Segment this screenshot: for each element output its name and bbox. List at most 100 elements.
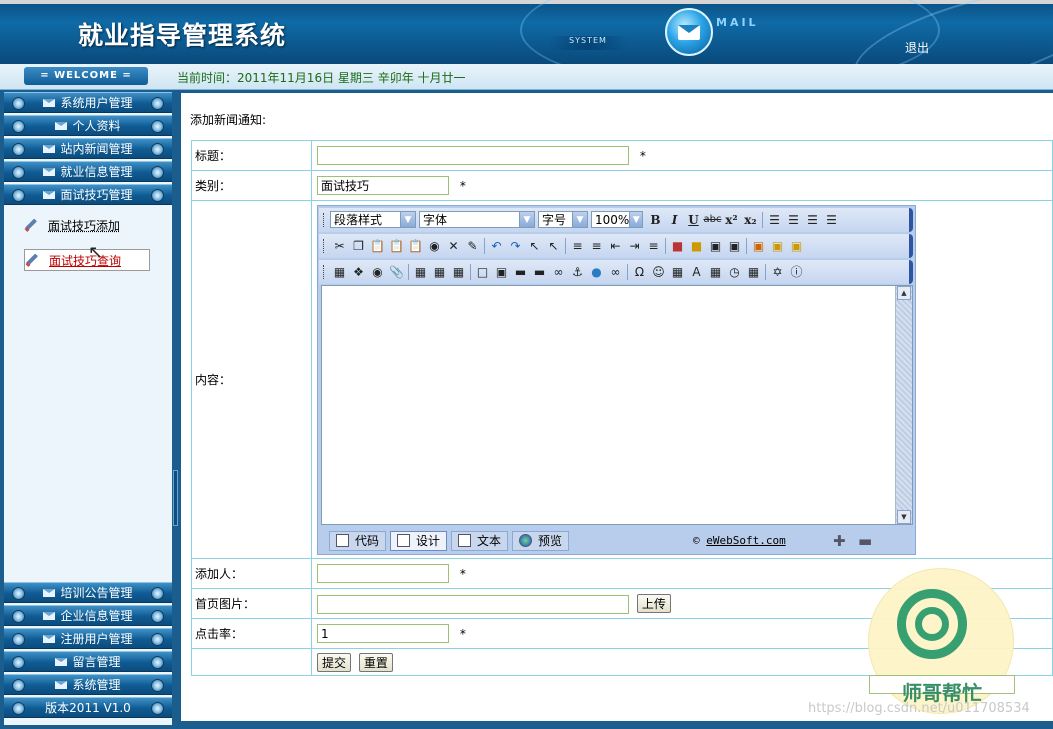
sidebar-splitter[interactable] [173,470,178,526]
about-icon[interactable]: ⓘ [787,263,806,281]
align-justify-icon[interactable]: ☰ [822,211,841,229]
paste-text-icon[interactable]: 📋 [387,237,406,255]
paste-icon[interactable]: 📋 [368,237,387,255]
text-color-icon[interactable]: ■ [668,237,687,255]
superscript-icon[interactable]: x² [722,211,741,229]
excel-icon[interactable]: ▦ [668,263,687,281]
indent-icon[interactable]: ⇥ [625,237,644,255]
sidebar-item-profile[interactable]: 个人资料 [4,115,172,136]
editor-scrollbar[interactable]: ▲ ▼ [895,285,912,524]
media-icon[interactable]: ◉ [368,263,387,281]
sidebar-item-training[interactable]: 培训公告管理 [4,582,172,603]
layer-icon[interactable]: ▣ [725,237,744,255]
unselect-icon[interactable]: ↖ [544,237,563,255]
mail-icon[interactable] [665,8,713,56]
align-right-icon[interactable]: ☰ [803,211,822,229]
mode-tab-text[interactable]: 文本 [451,530,509,551]
underline-icon[interactable]: U [684,211,703,229]
title-input[interactable] [317,146,629,165]
sidebar-item-news[interactable]: 站内新闻管理 [4,138,172,159]
reset-button[interactable]: 重置 [358,652,393,672]
category-input[interactable] [317,176,449,195]
copy-icon[interactable]: ❐ [349,237,368,255]
submit-button[interactable]: 提交 [317,652,352,672]
paragraph-style-select[interactable]: 段落样式 ▼ [330,211,416,228]
italic-icon[interactable]: I [665,211,684,229]
sidebar-item-system[interactable]: 系统管理 [4,674,172,695]
insert-table-icon[interactable]: ▦ [411,263,430,281]
cut-icon[interactable]: ✂ [330,237,349,255]
toolbar-separator [746,237,747,254]
special-char-icon[interactable]: Ω [630,263,649,281]
clicks-input[interactable] [317,624,449,643]
horizontal-rule-icon[interactable]: ▬ [511,263,530,281]
forward-layer-icon[interactable]: ▣ [749,237,768,255]
sidebar-item-registered-users[interactable]: 注册用户管理 [4,628,172,649]
marquee-icon[interactable]: ▬ [530,263,549,281]
zoom-select[interactable]: 100% ▼ [591,211,643,228]
art-text-icon[interactable]: A [687,263,706,281]
fieldset-icon[interactable]: □ [473,263,492,281]
sidebar-item-company[interactable]: 企业信息管理 [4,605,172,626]
sidebar-item-system-users[interactable]: 系统用户管理 [4,92,172,113]
subscript-icon[interactable]: x₂ [741,211,760,229]
clear-format-icon[interactable]: ✎ [463,237,482,255]
redo-icon[interactable]: ↷ [506,237,525,255]
select-all-icon[interactable]: ↖ [525,237,544,255]
sidebar-item-interview-tips[interactable]: 面试技巧管理 [4,184,172,205]
time-icon[interactable]: ◷ [725,263,744,281]
sidebar-item-employment[interactable]: 就业信息管理 [4,161,172,182]
outdent-icon[interactable]: ⇤ [606,237,625,255]
unlink-icon[interactable]: ∞ [606,263,625,281]
delete-icon[interactable]: ✕ [444,237,463,255]
snail-logo-inner [915,607,949,641]
bring-front-icon[interactable]: ▣ [787,237,806,255]
emoticon-icon[interactable]: ☺ [649,263,668,281]
unordered-list-icon[interactable]: ≡ [587,237,606,255]
font-select[interactable]: 字体 ▼ [419,211,535,228]
paste-word-icon[interactable]: 📋 [406,237,425,255]
editor-content-area[interactable]: ▲ ▼ [321,284,913,525]
date-icon[interactable]: ▦ [706,263,725,281]
bold-icon[interactable]: B [646,211,665,229]
field-label: 内容： [191,200,312,559]
upload-button[interactable]: 上传 [636,593,671,613]
align-left-icon[interactable]: ☰ [765,211,784,229]
sidebar-item-messages[interactable]: 留言管理 [4,651,172,672]
align-center-icon[interactable]: ☰ [784,211,803,229]
ordered-list-icon[interactable]: ≡ [568,237,587,255]
find-icon[interactable]: ◉ [425,237,444,255]
mode-tab-design[interactable]: 设计 [390,530,448,551]
iframe-icon[interactable]: ▣ [492,263,511,281]
fullscreen-icon[interactable]: ✡ [768,263,787,281]
mode-tab-code[interactable]: 代码 [329,530,387,551]
scroll-down-icon[interactable]: ▼ [897,509,911,524]
knob-icon [151,120,164,133]
image-path-input[interactable] [317,594,629,614]
undo-icon[interactable]: ↶ [487,237,506,255]
plus-icon[interactable]: ✚ [833,532,846,550]
mode-tab-preview[interactable]: 预览 [512,530,570,551]
copyright-link[interactable]: eWebSoft.com [706,534,785,547]
attachment-icon[interactable]: 📎 [387,263,406,281]
table-props-icon[interactable]: ▦ [430,263,449,281]
backward-layer-icon[interactable]: ▣ [768,237,787,255]
adder-input[interactable] [317,564,449,583]
logout-link[interactable]: 退出 [905,39,929,56]
scroll-up-icon[interactable]: ▲ [897,285,911,300]
image-icon[interactable]: ▦ [330,263,349,281]
strikethrough-icon[interactable]: abc [703,211,722,229]
font-size-select[interactable]: 字号 ▼ [538,211,588,228]
highlight-icon[interactable]: ■ [687,237,706,255]
grid-icon[interactable]: ▦ [449,263,468,281]
map-icon[interactable]: ● [587,263,606,281]
anchor-icon[interactable]: ⚓ [568,263,587,281]
absolute-position-icon[interactable]: ▣ [706,237,725,255]
sub-item-tips-add[interactable]: 面试技巧添加 [24,214,120,236]
import-word-icon[interactable]: ▦ [744,263,763,281]
link-icon[interactable]: ∞ [549,263,568,281]
minus-icon[interactable]: ▬ [858,532,872,550]
flash-icon[interactable]: ❖ [349,263,368,281]
paragraph-icon[interactable]: ≡ [644,237,663,255]
sub-item-tips-query[interactable]: 面试技巧查询 [24,249,151,271]
